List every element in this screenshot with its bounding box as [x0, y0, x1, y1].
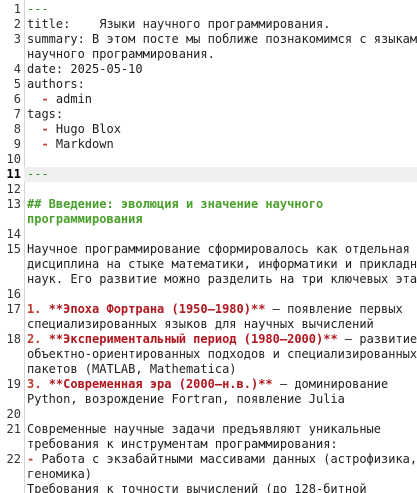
code-token: title: Языки научного программирования. [27, 17, 331, 31]
line-number: 2 [13, 17, 21, 31]
code-token: tags: [27, 107, 64, 121]
line-number: 17 [6, 302, 21, 316]
line-number: 6 [13, 92, 21, 106]
code-line[interactable]: специализированных языков для научных вы… [27, 317, 413, 332]
code-line[interactable]: 2. **Экспериментальный период (1980–2000… [27, 332, 417, 347]
code-token: 3. [27, 377, 49, 391]
code-token: date: 2025-05-10 [27, 62, 143, 76]
line-number: 12 [6, 182, 21, 196]
line-number: 20 [6, 407, 21, 421]
code-token: – развитие [337, 332, 417, 346]
code-line[interactable]: 3. **Современная эра (2000–н.в.)** – дом… [27, 377, 413, 392]
code-line[interactable]: наук. Его развитие можно разделить на тр… [27, 272, 417, 287]
markdown-editor[interactable]: 1 2 3 4 5 6 7 8 9 10 11 12 13 14 15 16 17 18 19 20 21 22 --- t… [0, 0, 417, 493]
code-line[interactable]: tags: [27, 107, 413, 122]
line-number: 9 [13, 137, 21, 151]
line-number: 7 [13, 107, 21, 121]
code-token: ## Введение: эволюция и значение научног… [27, 197, 324, 211]
editor-text-area[interactable]: --- title: Языки научного программировани… [24, 0, 417, 493]
code-line[interactable]: - Hugo Blox [27, 122, 413, 137]
line-number: 18 [6, 332, 21, 346]
code-token: геномика) [27, 467, 93, 481]
code-token: **Современная эра (2000–н.в.)** [48, 377, 273, 391]
code-token: authors: [27, 77, 85, 91]
code-token: - [27, 137, 56, 151]
line-number: 4 [13, 62, 21, 76]
code-line[interactable]: Современные научные задачи предъявляют у… [27, 422, 413, 437]
code-line[interactable]: --- [27, 2, 413, 17]
code-token: 1. [27, 302, 49, 316]
code-line[interactable]: программирования [27, 212, 413, 227]
line-number: 16 [6, 287, 21, 301]
code-line[interactable]: - admin [27, 92, 413, 107]
code-token: admin [55, 92, 93, 106]
code-token: - [27, 122, 56, 136]
code-token: дисциплина на стыке математики, информат… [27, 257, 417, 271]
line-number: 5 [13, 77, 21, 91]
code-token: summary: В этом посте мы поближе познако… [27, 32, 417, 46]
code-line[interactable]: date: 2025-05-10 [27, 62, 413, 77]
code-token: Работа с экзабайтными массивами данных (… [41, 452, 417, 466]
code-token: Современные научные задачи предъявляют у… [27, 422, 382, 436]
code-line[interactable]: научного программирования. [27, 47, 413, 62]
code-line[interactable]: ## Введение: эволюция и значение научног… [27, 197, 413, 212]
code-line[interactable]: - Работа с экзабайтными массивами данных… [27, 452, 417, 467]
line-number: 3 [13, 32, 21, 46]
code-token: - [27, 92, 56, 106]
line-number: 19 [6, 377, 21, 391]
code-token: Научное программирование сформировалось … [27, 242, 410, 256]
code-line[interactable]: summary: В этом посте мы поближе познако… [27, 32, 417, 47]
line-number: 1 [13, 2, 21, 16]
code-token: пакетов (MATLAB, Mathematica) [27, 362, 237, 376]
code-line[interactable]: authors: [27, 77, 413, 92]
code-line[interactable]: объектно-ориентированных подходов и спец… [27, 347, 417, 362]
code-token: наук. Его развитие можно разделить на тр… [27, 272, 417, 286]
code-token: --- [27, 2, 49, 16]
code-token: – появление первых [265, 302, 403, 316]
code-line[interactable]: Научное программирование сформировалось … [27, 242, 413, 257]
code-token: программирования [27, 212, 143, 226]
code-token: **Экспериментальный период (1980–2000)** [48, 332, 338, 346]
code-token: требования к инструментам программирован… [27, 437, 338, 451]
code-line[interactable]: Python, возрождение Fortran, появление J… [27, 392, 413, 407]
code-token: --- [27, 167, 49, 181]
line-number: 13 [6, 197, 21, 211]
code-line[interactable]: требования к инструментам программирован… [27, 437, 413, 452]
code-line[interactable]: дисциплина на стыке математики, информат… [27, 257, 417, 272]
line-number: 11 [6, 167, 21, 181]
line-number: 8 [13, 122, 21, 136]
code-line[interactable]: 1. **Эпоха Фортрана (1950–1980)** – появ… [27, 302, 413, 317]
line-number: 21 [6, 422, 21, 436]
code-token: специализированных языков для научных вы… [27, 317, 374, 331]
code-token: 2. [27, 332, 49, 346]
line-number: 14 [6, 227, 21, 241]
code-token: Markdown [55, 137, 114, 151]
code-line[interactable]: title: Языки научного программирования. [27, 17, 413, 32]
code-token: **Эпоха Фортрана (1950–1980)** [48, 302, 266, 316]
code-token: объектно-ориентированных подходов и спец… [27, 347, 417, 361]
line-number: 10 [6, 152, 21, 166]
code-token: Hugo Blox [55, 122, 121, 136]
code-token: Python, возрождение Fortran, появление J… [27, 392, 345, 406]
code-line[interactable]: пакетов (MATLAB, Mathematica) [27, 362, 413, 377]
line-number: 15 [6, 242, 21, 256]
code-token: – доминирование [272, 377, 389, 391]
code-line[interactable]: Требования к точности вычислений (до 128… [27, 482, 413, 493]
code-token: научного программирования. [27, 47, 215, 61]
line-number-gutter: 1 2 3 4 5 6 7 8 9 10 11 12 13 14 15 16 17 18 19 20 21 22 [0, 0, 25, 493]
code-line[interactable]: --- [27, 167, 413, 182]
line-number: 22 [6, 452, 21, 466]
code-line[interactable]: - Markdown [27, 137, 413, 152]
code-token: - [27, 452, 42, 466]
code-line[interactable]: геномика) [27, 467, 413, 482]
code-token: Требования к точности вычислений (до 128… [27, 482, 367, 493]
